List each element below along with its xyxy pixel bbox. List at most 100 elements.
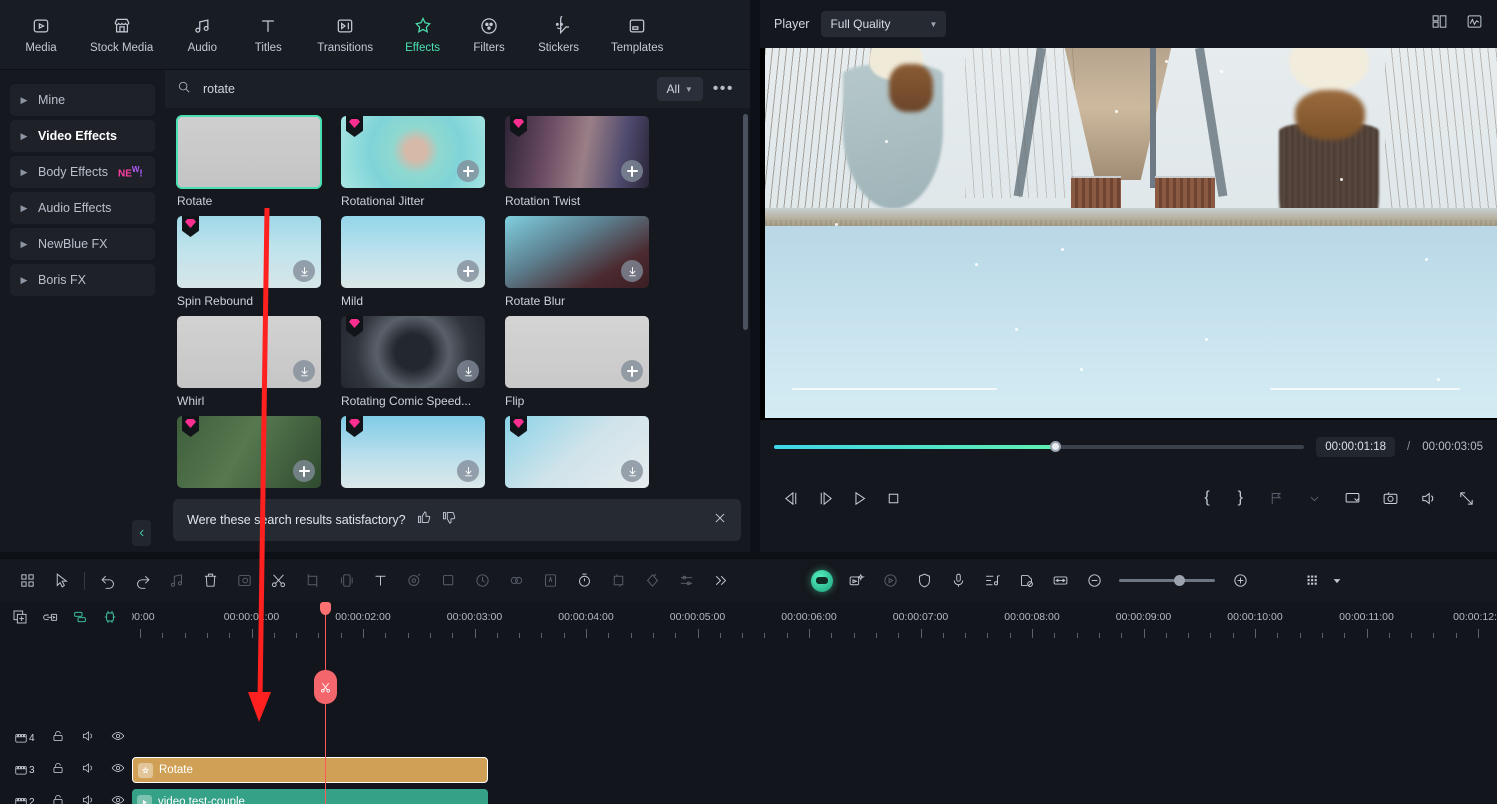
waveform-icon[interactable] — [1466, 13, 1483, 35]
add-effect-icon[interactable] — [621, 360, 643, 382]
mark-out-button[interactable]: } — [1226, 489, 1255, 507]
effect-card[interactable]: Whirl — [177, 316, 321, 408]
text-icon[interactable] — [363, 566, 397, 596]
zoom-slider[interactable] — [1119, 575, 1215, 586]
marker-icon[interactable] — [1259, 483, 1293, 513]
effect-thumbnail[interactable] — [505, 216, 649, 288]
effect-card[interactable]: Rotate Blur — [505, 216, 649, 308]
effect-card[interactable]: Rotational Jitter — [341, 116, 485, 208]
filter-all-dropdown[interactable]: All ▼ — [656, 77, 703, 101]
settings-sliders-icon[interactable] — [669, 566, 703, 596]
chroma-key-icon[interactable] — [601, 566, 635, 596]
timeline-playhead[interactable] — [314, 602, 337, 804]
sidebar-item-audio-effects[interactable]: ▶ Audio Effects — [10, 192, 155, 224]
effect-thumbnail[interactable] — [341, 116, 485, 188]
snapshot-icon[interactable] — [1373, 483, 1407, 513]
mute-icon[interactable] — [81, 793, 95, 804]
track-body[interactable] — [132, 722, 1497, 754]
stopwatch-icon[interactable] — [567, 566, 601, 596]
auto-reframe-icon[interactable] — [397, 566, 431, 596]
playhead-handle[interactable] — [320, 602, 331, 615]
layout-icon[interactable] — [10, 566, 44, 596]
track-body[interactable]: Rotate — [132, 754, 1497, 786]
tab-templates[interactable]: Templates — [607, 13, 667, 56]
add-effect-icon[interactable] — [457, 160, 479, 182]
eye-icon[interactable] — [111, 761, 125, 780]
effect-thumbnail[interactable] — [177, 216, 321, 288]
effect-card[interactable] — [341, 416, 485, 494]
tab-titles[interactable]: Titles — [247, 13, 289, 56]
mute-icon[interactable] — [81, 729, 95, 748]
effect-thumbnail[interactable] — [505, 116, 649, 188]
sidebar-item-boris-fx[interactable]: ▶ Boris FX — [10, 264, 155, 296]
effect-thumbnail[interactable] — [505, 316, 649, 388]
next-frame-icon[interactable] — [808, 483, 842, 513]
keyframe-icon[interactable] — [499, 566, 533, 596]
eye-icon[interactable] — [111, 793, 125, 804]
resize-icon[interactable] — [329, 566, 363, 596]
tab-transitions[interactable]: Transitions — [313, 13, 377, 56]
link-icon[interactable] — [42, 609, 58, 630]
zoom-in-icon[interactable] — [1223, 566, 1257, 596]
effect-thumbnail[interactable] — [177, 316, 321, 388]
timeline-clip[interactable]: Rotate — [132, 757, 488, 783]
effect-card[interactable]: Mild — [341, 216, 485, 308]
effect-thumbnail[interactable] — [176, 115, 322, 189]
download-effect-icon[interactable] — [293, 260, 315, 282]
fullscreen-icon[interactable] — [1449, 483, 1483, 513]
tab-audio[interactable]: Audio — [181, 13, 223, 56]
mute-icon[interactable] — [81, 761, 95, 780]
download-effect-icon[interactable] — [621, 260, 643, 282]
tab-stickers[interactable]: Stickers — [534, 13, 583, 56]
search-input[interactable]: rotate — [199, 82, 649, 96]
adjust-icon[interactable] — [635, 566, 669, 596]
sidebar-item-video-effects[interactable]: ▶ Video Effects — [10, 120, 155, 152]
redo-icon[interactable] — [125, 566, 159, 596]
undo-icon[interactable] — [91, 566, 125, 596]
thumbs-up-icon[interactable] — [416, 510, 431, 530]
lock-icon[interactable] — [51, 793, 65, 804]
effect-thumbnail[interactable] — [341, 216, 485, 288]
effect-card[interactable] — [177, 416, 321, 494]
video-preview-frame[interactable] — [765, 48, 1497, 418]
timeline-grid-icon[interactable] — [1295, 566, 1329, 596]
ai-assistant-icon[interactable] — [805, 566, 839, 596]
seek-slider[interactable] — [774, 441, 1305, 452]
download-effect-icon[interactable] — [457, 460, 479, 482]
select-tool-icon[interactable] — [44, 566, 78, 596]
timeline-ruler[interactable]: :00:00 00:00:01:00 00:00:02:00 00:00:03:00 0… — [132, 602, 1497, 638]
current-time[interactable]: 00:00:01:18 — [1316, 437, 1396, 457]
fit-icon[interactable] — [1043, 566, 1077, 596]
split-clip-icon[interactable] — [314, 670, 337, 704]
more-icon[interactable] — [703, 566, 737, 596]
lock-icon[interactable] — [51, 761, 65, 780]
split-icon[interactable] — [261, 566, 295, 596]
effect-card[interactable]: Rotation Twist — [505, 116, 649, 208]
add-track-icon[interactable] — [12, 609, 28, 630]
sidebar-item-mine[interactable]: ▶ Mine — [10, 84, 155, 116]
stop-icon[interactable] — [876, 483, 910, 513]
thumbs-down-icon[interactable] — [441, 510, 456, 530]
mic-icon[interactable] — [941, 566, 975, 596]
delete-icon[interactable] — [193, 566, 227, 596]
effect-thumbnail[interactable] — [341, 416, 485, 488]
close-icon[interactable] — [713, 511, 727, 530]
audio-mix-icon[interactable] — [975, 566, 1009, 596]
tab-effects[interactable]: Effects — [401, 13, 444, 56]
effect-card[interactable]: Flip — [505, 316, 649, 408]
mask-icon[interactable] — [227, 566, 261, 596]
effect-card[interactable]: Spin Rebound — [177, 216, 321, 308]
crop-icon[interactable] — [295, 566, 329, 596]
effect-thumbnail[interactable] — [177, 416, 321, 488]
speed-icon[interactable] — [465, 566, 499, 596]
effect-card[interactable] — [505, 416, 649, 494]
pop-out-icon[interactable] — [1335, 483, 1369, 513]
download-effect-icon[interactable] — [621, 460, 643, 482]
prev-frame-icon[interactable] — [774, 483, 808, 513]
sidebar-item-body-effects[interactable]: ▶ Body Effects NEW! — [10, 156, 155, 188]
merge-icon[interactable] — [72, 609, 88, 630]
ai-video-icon[interactable] — [839, 566, 873, 596]
record-icon[interactable] — [873, 566, 907, 596]
motion-tracking-icon[interactable] — [533, 566, 567, 596]
lock-icon[interactable] — [51, 729, 65, 748]
